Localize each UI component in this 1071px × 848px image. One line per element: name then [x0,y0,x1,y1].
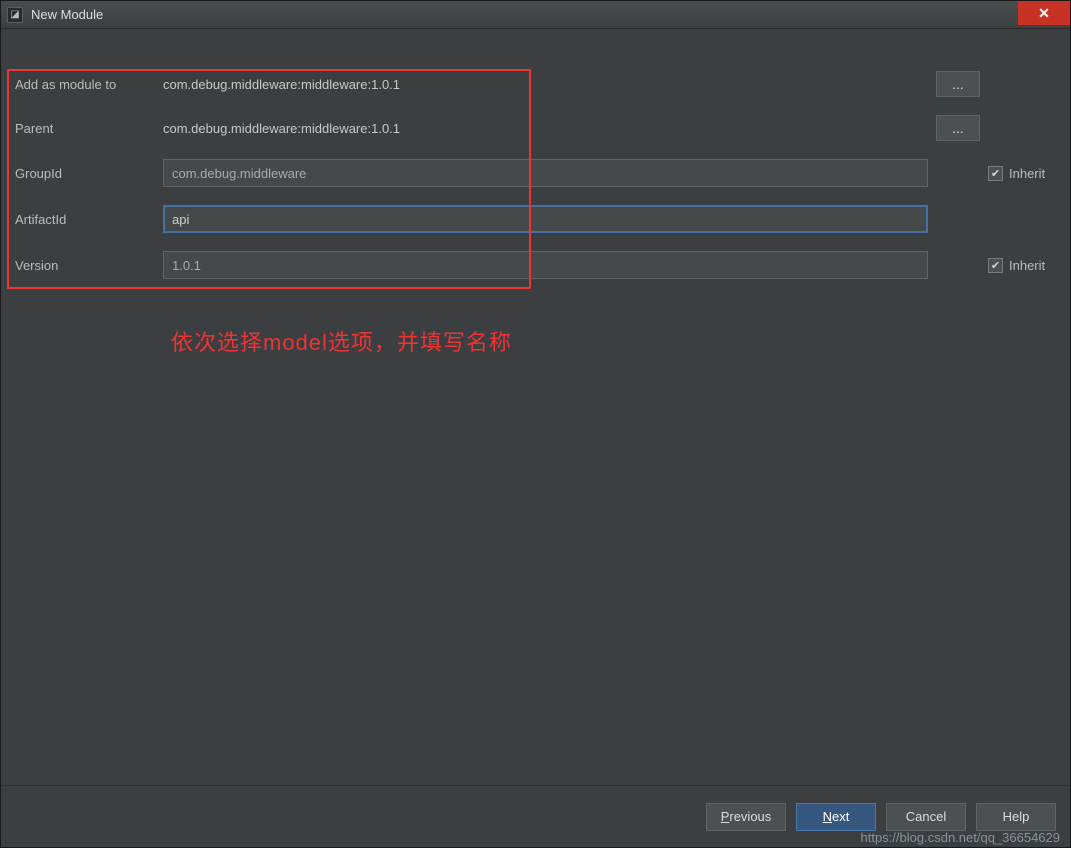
groupid-inherit[interactable]: Inherit [988,166,1045,181]
annotation-text: 依次选择model选项，并填写名称 [171,325,512,357]
version-input[interactable] [163,251,928,279]
cancel-button[interactable]: Cancel [886,803,966,831]
parent-value: com.debug.middleware:middleware:1.0.1 [163,121,928,136]
previous-button-rest: revious [729,809,771,824]
groupid-inherit-checkbox[interactable] [988,166,1003,181]
version-inherit-checkbox[interactable] [988,258,1003,273]
parent-browse-button[interactable]: ... [936,115,980,141]
version-inherit[interactable]: Inherit [988,258,1045,273]
dialog-content: Add as module to com.debug.middleware:mi… [1,29,1070,785]
new-module-dialog: ◪ New Module Add as module to com.debug.… [0,0,1071,848]
window-title: New Module [31,7,103,22]
version-inherit-label: Inherit [1009,258,1045,273]
close-button[interactable] [1018,1,1070,25]
groupid-inherit-label: Inherit [1009,166,1045,181]
app-icon: ◪ [7,7,23,23]
next-button-rest: ext [832,809,849,824]
artifactid-label: ArtifactId [15,212,155,227]
groupid-label: GroupId [15,166,155,181]
module-form: Add as module to com.debug.middleware:mi… [15,71,1056,279]
help-button[interactable]: Help [976,803,1056,831]
previous-button[interactable]: Previous [706,803,786,831]
add-as-module-value: com.debug.middleware:middleware:1.0.1 [163,77,928,92]
artifactid-input[interactable] [163,205,928,233]
version-label: Version [15,258,155,273]
next-button[interactable]: Next [796,803,876,831]
add-as-module-browse-button[interactable]: ... [936,71,980,97]
add-as-module-label: Add as module to [15,77,155,92]
dialog-footer: Previous Next Cancel Help [1,785,1070,847]
groupid-input[interactable] [163,159,928,187]
parent-label: Parent [15,121,155,136]
title-bar: ◪ New Module [1,1,1070,29]
